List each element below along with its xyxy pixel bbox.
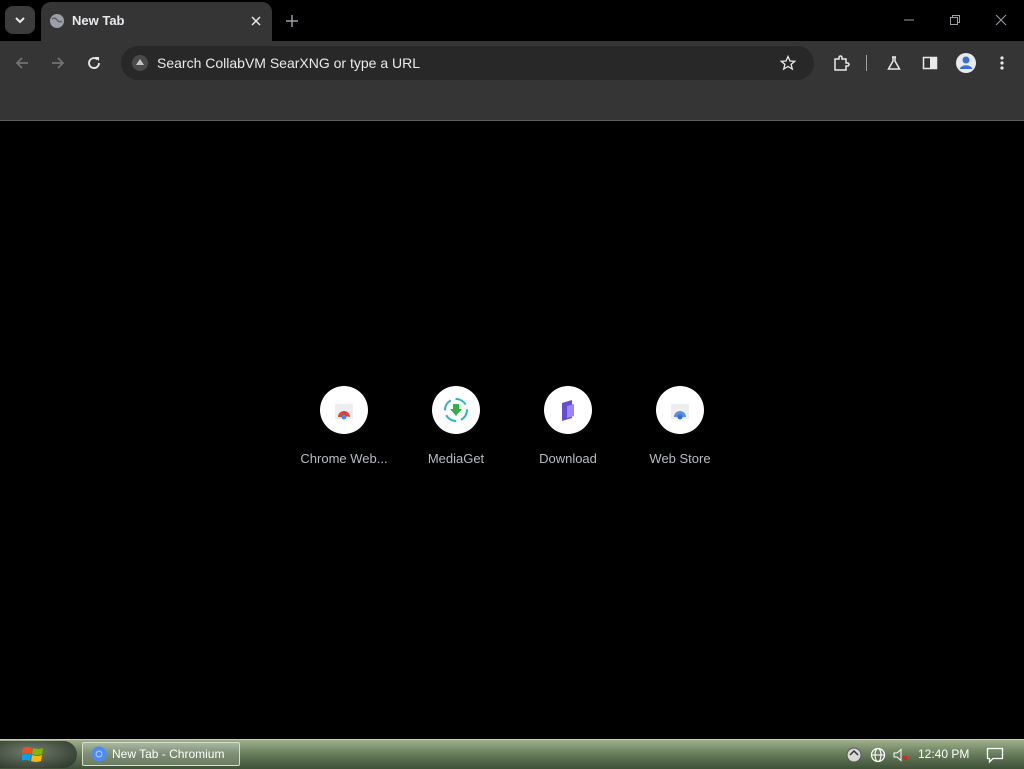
shortcut-icon-circle — [544, 386, 592, 434]
menu-button[interactable] — [988, 49, 1016, 77]
action-center-icon[interactable] — [985, 745, 1005, 765]
bookmark-star-button[interactable] — [778, 53, 798, 73]
tray-update[interactable] — [845, 746, 863, 764]
reload-button[interactable] — [80, 49, 108, 77]
back-icon — [15, 57, 28, 69]
shortcut-icon-circle — [656, 386, 704, 434]
bookmarks-bar — [0, 85, 1024, 121]
star-icon — [780, 55, 796, 71]
browser-window: New Tab Search CollabVM SearXNG or type … — [0, 0, 1024, 739]
omnibox[interactable]: Search CollabVM SearXNG or type a URL — [121, 46, 814, 80]
shortcut-icon-circle — [320, 386, 368, 434]
extensions-icon — [834, 55, 850, 71]
reload-icon — [88, 57, 100, 69]
shortcut-label: Download — [539, 451, 597, 466]
network-globe-icon — [870, 747, 886, 763]
chrome-web-store-icon — [335, 404, 353, 420]
plus-icon — [286, 15, 298, 27]
chromium-icon — [91, 746, 107, 762]
shortcut-icon-circle — [432, 386, 480, 434]
web-store-icon — [671, 404, 689, 420]
forward-icon — [52, 57, 65, 69]
shortcut-chrome-web-store[interactable]: Chrome Web... — [288, 386, 400, 476]
tab-close-button[interactable] — [246, 11, 266, 31]
new-tab-button[interactable] — [280, 9, 304, 33]
side-panel-button[interactable] — [916, 49, 944, 77]
tab-title: New Tab — [72, 13, 125, 28]
taskbar: New Tab - Chromium 12:40 PM — [0, 739, 1024, 769]
labs-flask-icon — [887, 56, 901, 70]
update-icon — [846, 747, 862, 763]
windows-logo-icon — [22, 746, 43, 762]
profile-icon — [956, 53, 976, 73]
labs-button[interactable] — [880, 49, 908, 77]
omnibox-placeholder: Search CollabVM SearXNG or type a URL — [157, 55, 420, 71]
close-icon — [251, 16, 261, 26]
profile-button[interactable] — [952, 49, 980, 77]
extensions-button[interactable] — [827, 49, 855, 77]
start-button[interactable] — [0, 741, 77, 768]
shortcut-label: Web Store — [649, 451, 711, 466]
tray-volume[interactable] — [892, 746, 910, 764]
menu-icon — [1000, 56, 1004, 70]
toolbar-separator — [866, 55, 867, 71]
tab-new-tab[interactable]: New Tab — [41, 2, 272, 41]
close-window-button[interactable] — [979, 6, 1023, 34]
forward-button[interactable] — [44, 49, 72, 77]
taskbar-item-chromium[interactable]: New Tab - Chromium — [82, 742, 240, 766]
shortcut-web-store[interactable]: Web Store — [624, 386, 736, 476]
download-site-icon — [562, 400, 574, 421]
volume-muted-icon — [893, 748, 908, 762]
toolbar: Search CollabVM SearXNG or type a URL — [0, 41, 1024, 85]
minimize-icon — [904, 19, 914, 21]
close-window-icon — [995, 14, 1007, 26]
restore-button[interactable] — [933, 6, 977, 34]
shortcut-label: Chrome Web... — [300, 451, 388, 466]
shortcut-mediaget[interactable]: MediaGet — [400, 386, 512, 476]
tray-network[interactable] — [869, 746, 887, 764]
chevron-down-icon — [15, 17, 25, 24]
shortcut-download[interactable]: Download — [512, 386, 624, 476]
mediaget-icon — [444, 398, 468, 422]
back-button[interactable] — [8, 49, 36, 77]
taskbar-clock[interactable]: 12:40 PM — [918, 747, 969, 761]
side-panel-icon — [922, 56, 938, 70]
restore-icon — [950, 15, 960, 25]
minimize-button[interactable] — [887, 6, 931, 34]
tab-strip: New Tab — [0, 0, 1024, 41]
new-tab-page: Chrome Web... MediaGet Download Web Stor… — [0, 121, 1024, 739]
tab-search-button[interactable] — [5, 6, 35, 34]
globe-icon — [50, 14, 64, 28]
search-engine-icon — [132, 55, 148, 71]
shortcut-label: MediaGet — [427, 451, 485, 466]
taskbar-item-label: New Tab - Chromium — [112, 747, 225, 761]
